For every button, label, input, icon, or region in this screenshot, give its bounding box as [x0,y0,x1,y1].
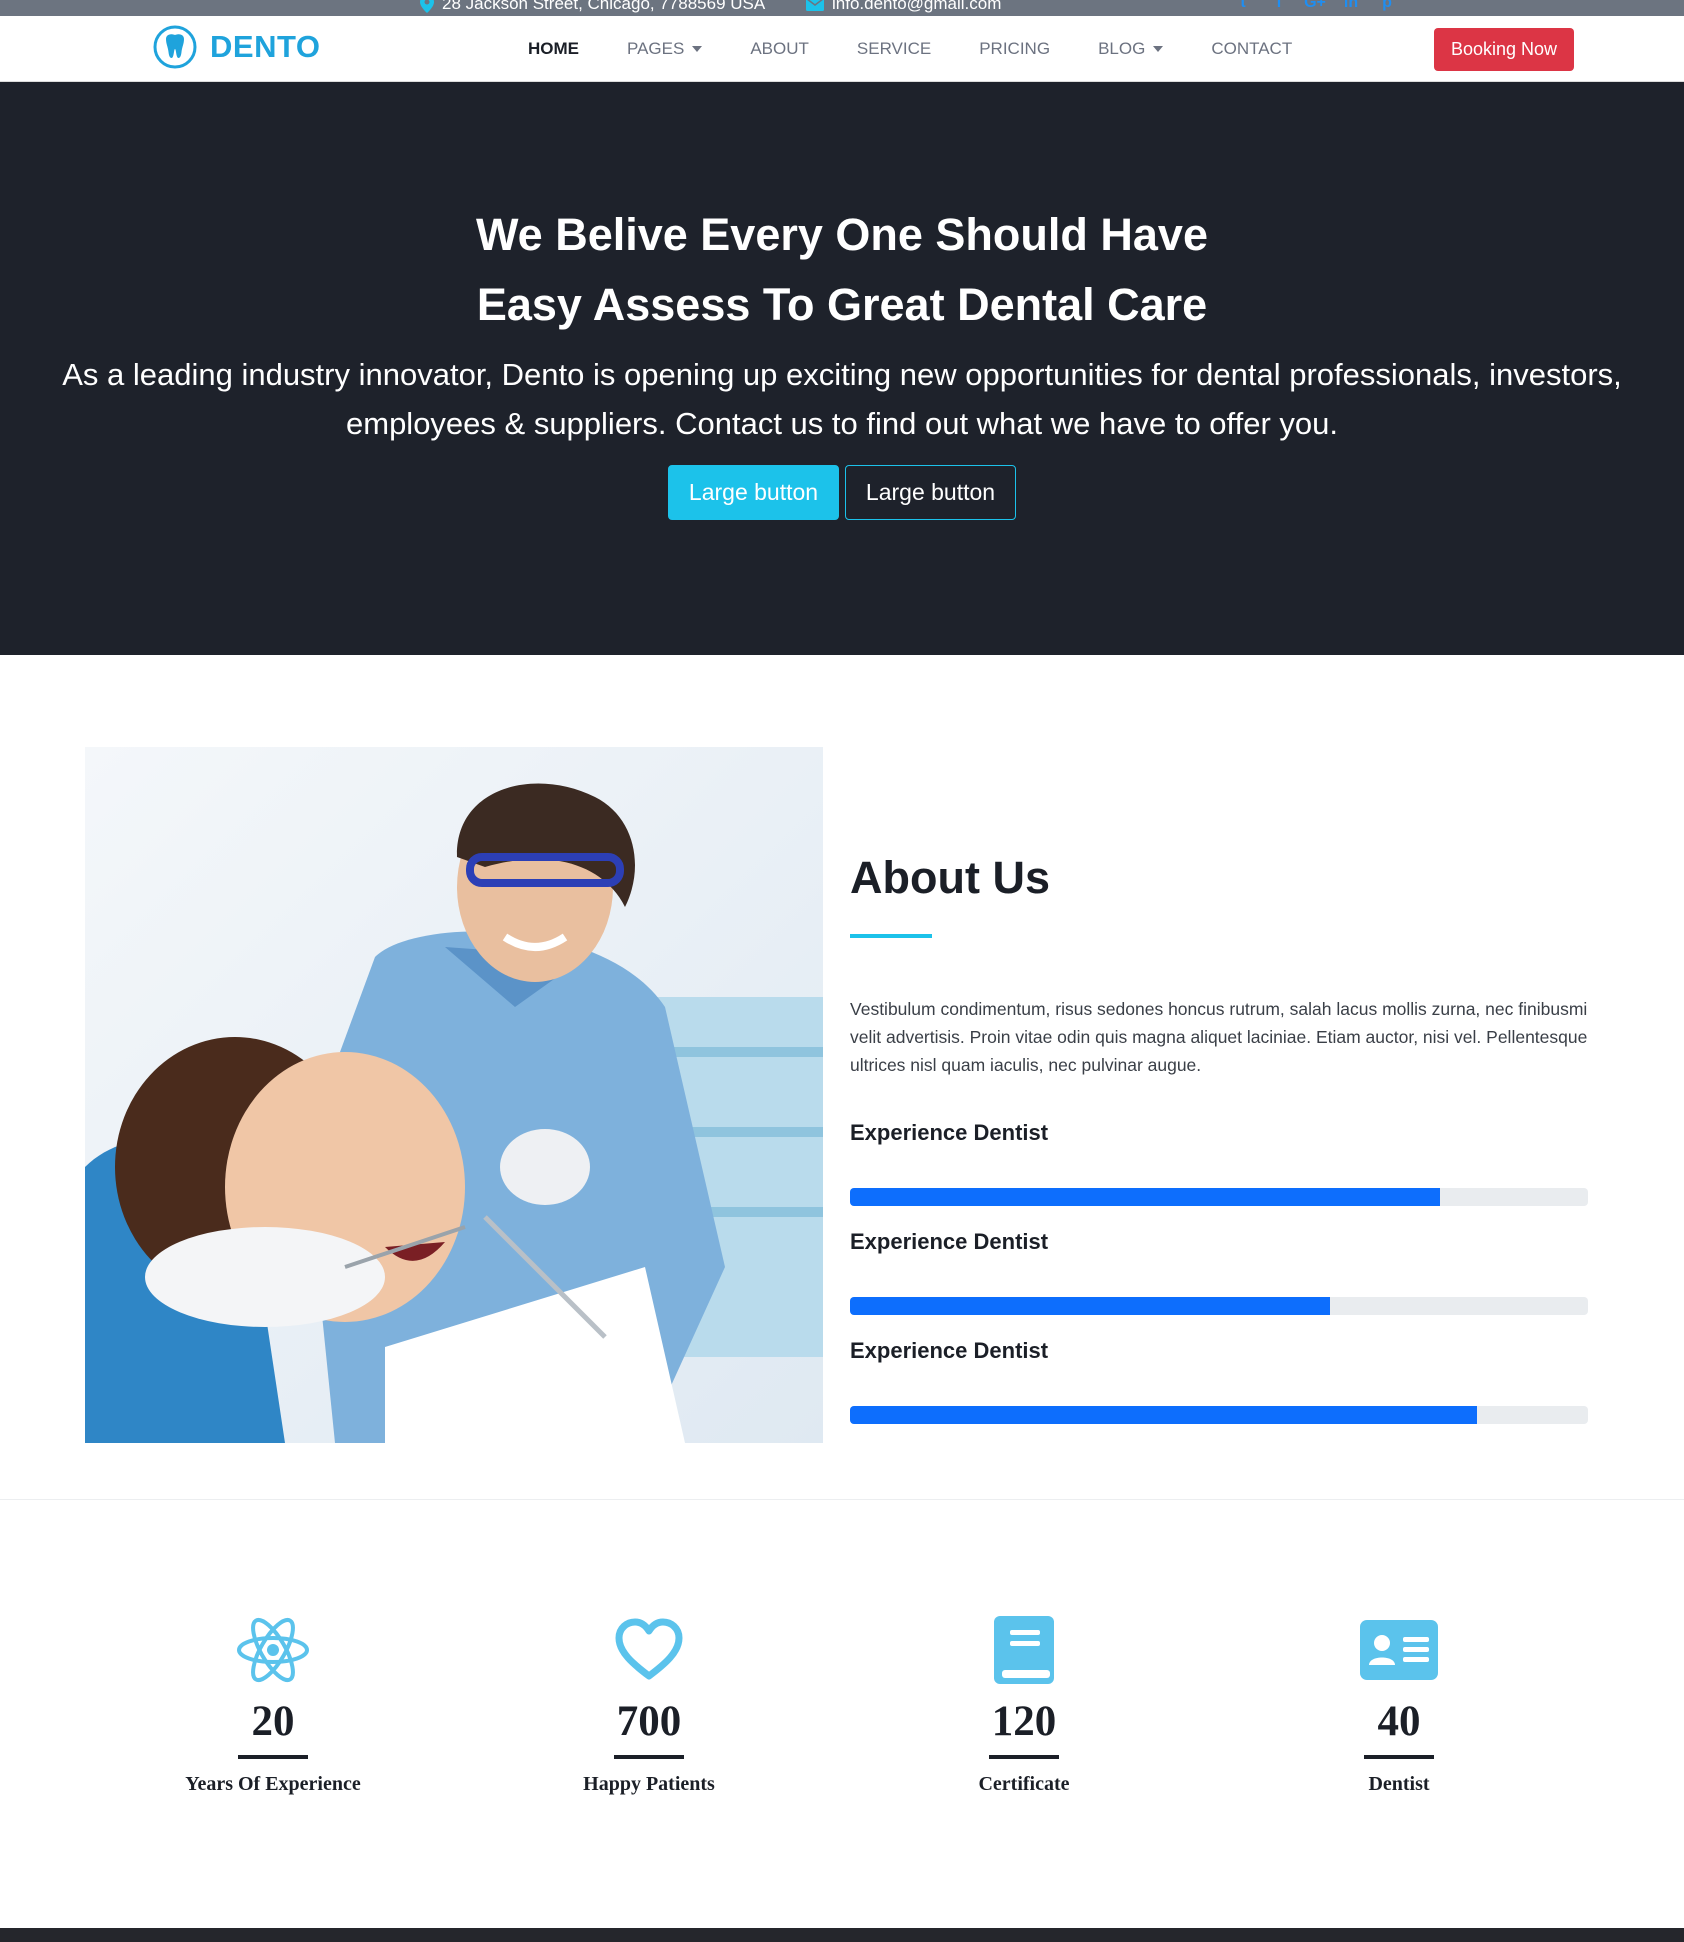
caret-down-icon [1153,46,1164,52]
address-text: 28 Jackson Street, Chicago, 7788569 USA [442,0,766,13]
main-navbar: DENTO HOME PAGES ABOUT SERVICE PRICING B… [0,16,1684,82]
hero-title-line-2: Easy Assess To Great Dental Care [476,279,1208,330]
counter-value: 700 [616,1698,682,1745]
counter-certificate: 120 Certificate [874,1612,1174,1796]
hero-title-line-1: We Belive Every One Should Have [476,209,1208,260]
hero-buttons: Large button Large button [0,465,1684,520]
brand-name: DENTO [210,29,321,64]
counter-underline [238,1755,308,1759]
pinterest-icon[interactable]: p [1376,0,1398,12]
counter-underline [989,1755,1059,1759]
hero-section: We Belive Every One Should Have Easy Ass… [0,82,1684,655]
email-text[interactable]: info.dento@gmail.com [832,0,1001,14]
skill-progress-fill [850,1297,1330,1315]
address-info: 28 Jackson Street, Chicago, 7788569 USA [420,0,765,14]
booking-now-button[interactable]: Booking Now [1434,28,1574,71]
about-title-underline [850,934,932,938]
tooth-logo-icon [153,25,197,69]
counter-value: 120 [991,1698,1057,1745]
skill-progress-bar [850,1188,1588,1206]
skill-label: Experience Dentist [850,1229,1049,1254]
caret-down-icon [692,46,703,52]
counter-underline [614,1755,684,1759]
id-card-icon [1249,1612,1549,1688]
skill-progress-fill [850,1188,1441,1206]
hero-description: As a leading industry innovator, Dento i… [62,357,1622,441]
nav-item-about[interactable]: ABOUT [750,39,809,59]
skill-progress-fill [850,1406,1478,1424]
facebook-icon[interactable]: f [1268,0,1290,12]
nav-item-blog[interactable]: BLOG [1098,39,1164,59]
social-links: t f G+ in p [1232,0,1398,12]
nav-menu: HOME PAGES ABOUT SERVICE PRICING BLOG CO… [528,16,1340,82]
about-description: Vestibulum condimentum, risus sedones ho… [850,999,1588,1075]
counter-dentist: 40 Dentist [1249,1612,1549,1796]
nav-item-contact[interactable]: CONTACT [1211,39,1292,59]
top-info-bar: 28 Jackson Street, Chicago, 7788569 USA … [0,0,1684,16]
about-title: About Us [850,852,1050,903]
counter-underline [1364,1755,1434,1759]
counter-label: Certificate [978,1773,1070,1795]
nav-item-pricing[interactable]: PRICING [979,39,1050,59]
counter-label: Years Of Experience [185,1773,361,1795]
hero-primary-button[interactable]: Large button [668,465,839,520]
skill-progress-bar [850,1406,1588,1424]
hero-secondary-button[interactable]: Large button [845,465,1016,520]
dentist-patient-photo [85,747,823,1443]
skill-label: Experience Dentist [850,1120,1049,1145]
counter-label: Happy Patients [583,1773,715,1795]
next-section-edge [0,1928,1684,1942]
counter-label: Dentist [1368,1773,1430,1795]
brand-logo[interactable]: DENTO [152,24,320,70]
google-plus-icon[interactable]: G+ [1304,0,1326,12]
section-divider [0,1499,1684,1500]
hero-title: We Belive Every One Should Have Easy Ass… [0,200,1684,340]
skill-label: Experience Dentist [850,1338,1049,1363]
nav-item-home[interactable]: HOME [528,39,579,59]
linkedin-icon[interactable]: in [1340,0,1362,12]
skill-progress-bar [850,1297,1588,1315]
email-info[interactable]: info.dento@gmail.com [806,0,1001,14]
counter-patients: 700 Happy Patients [499,1612,799,1796]
counter-experience: 20 Years Of Experience [123,1612,423,1796]
counter-value: 40 [1377,1698,1421,1745]
twitter-icon[interactable]: t [1232,0,1254,12]
nav-item-service[interactable]: SERVICE [857,39,931,59]
counter-value: 20 [251,1698,295,1745]
atom-icon [123,1612,423,1688]
nav-item-pages[interactable]: PAGES [627,39,703,59]
envelope-icon [806,0,824,11]
heart-icon [499,1612,799,1688]
map-pin-icon [420,0,434,13]
book-icon [874,1612,1174,1688]
